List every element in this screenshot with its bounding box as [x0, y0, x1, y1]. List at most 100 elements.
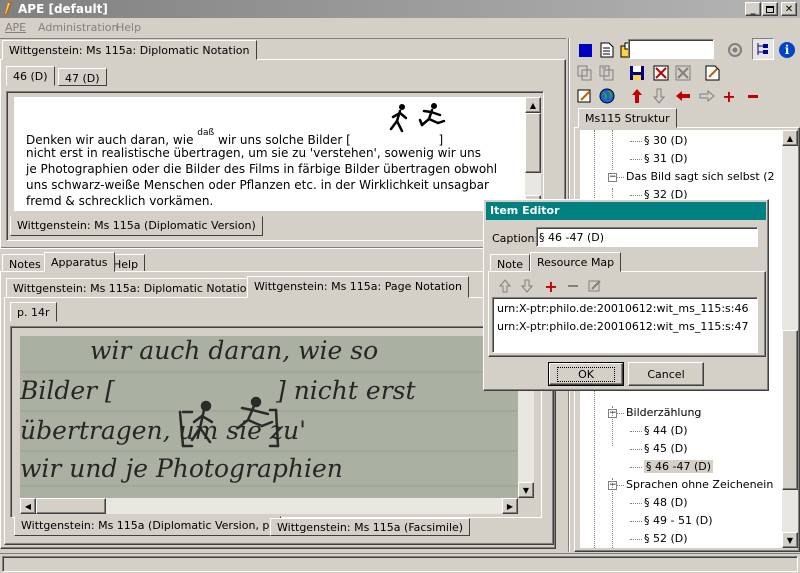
tree-leaf[interactable]: § 44 (D)	[644, 424, 688, 437]
tree-node[interactable]: Bilderzählung	[626, 406, 701, 419]
diplomatic-text-area[interactable]: Denken wir auch daran, wie daß wir uns s…	[14, 97, 525, 211]
tab-page-47[interactable]: 47 (D)	[58, 68, 107, 86]
resource-down-icon[interactable]	[516, 275, 538, 297]
menu-bar: APE Administration Help	[0, 18, 800, 38]
tree-connector	[630, 141, 642, 142]
tab-diplomatic-version-p[interactable]: Wittgenstein: Ms 115a (Diplomatic Versio…	[14, 516, 281, 536]
close-button[interactable]: ✕	[781, 2, 797, 16]
status-bar	[0, 553, 800, 573]
menu-ape[interactable]: APE	[5, 21, 26, 34]
facsimile-line-2b: ] nicht erst	[276, 376, 416, 405]
tab-diplomatic-notation[interactable]: Wittgenstein: Ms 115a: Diplomatic Notati…	[2, 40, 257, 60]
text-line-3: je Photographien oder die Bilder des Fil…	[26, 162, 498, 176]
delete-disabled-icon[interactable]	[672, 62, 694, 84]
tree-vertical-scrollbar[interactable]: ▲ ▼	[782, 130, 798, 548]
scroll-down-icon[interactable]: ▼	[518, 482, 534, 498]
tree-item-label: § 44 (D)	[644, 424, 688, 437]
tree-leaf[interactable]: § 52 (D)	[644, 532, 688, 545]
edit-page-icon[interactable]	[702, 62, 724, 84]
menu-administration[interactable]: Administration	[38, 21, 119, 34]
delete-icon[interactable]	[650, 62, 672, 84]
tab-page-14r[interactable]: p. 14r	[10, 302, 57, 322]
tree-connector	[630, 467, 642, 468]
remove-icon[interactable]	[742, 85, 764, 107]
tree-leaf[interactable]: § 45 (D)	[644, 442, 688, 455]
scroll-right-icon[interactable]: ▶	[502, 498, 518, 514]
item-editor-dialog: Item Editor Caption: Note Resource Map +…	[483, 199, 769, 391]
info-icon[interactable]: i	[776, 39, 798, 61]
move-down-arrow-icon[interactable]	[648, 85, 670, 107]
scroll-up-icon[interactable]: ▲	[525, 97, 541, 113]
tab-diplomatic-version[interactable]: Wittgenstein: Ms 115a (Diplomatic Versio…	[10, 216, 263, 236]
tree-view-icon[interactable]	[752, 38, 774, 60]
move-up-arrow-icon[interactable]	[626, 85, 648, 107]
tree-leaf[interactable]: § 48 (D)	[644, 496, 688, 509]
copy-icon[interactable]	[574, 62, 596, 84]
ok-button[interactable]: OK	[548, 362, 624, 386]
dialog-title: Item Editor	[490, 204, 560, 217]
tree-leaf[interactable]: § 30 (D)	[644, 134, 688, 147]
search-input[interactable]	[628, 39, 714, 59]
tab-facsimile[interactable]: Wittgenstein: Ms 115a (Facsimile)	[270, 518, 471, 536]
resource-edit-icon[interactable]	[584, 275, 606, 297]
lower-pane: Notes Apparatus Help Wittgenstein: Ms 11…	[0, 252, 566, 552]
superscript-insert: daß	[197, 128, 215, 138]
tab-apparatus[interactable]: Apparatus	[44, 252, 115, 272]
edit-item-icon[interactable]	[574, 85, 596, 107]
tab-page-46[interactable]: 46 (D)	[6, 66, 55, 86]
resource-item[interactable]: urn:X-ptr:philo.de:20010612:wit_ms_115:s…	[497, 302, 748, 315]
facsimile-image: wir auch daran, wie so Bilder [ ] nicht …	[20, 336, 518, 498]
tab-page-notation[interactable]: Wittgenstein: Ms 115a: Page Notation	[247, 276, 469, 298]
menu-help[interactable]: Help	[116, 21, 141, 34]
resource-add-icon[interactable]: +	[540, 275, 562, 297]
tree-leaf[interactable]: § 31 (D)	[644, 152, 688, 165]
caption-field[interactable]	[536, 227, 758, 247]
status-field	[2, 556, 798, 572]
tab-resource-map[interactable]: Resource Map	[530, 252, 622, 272]
new-document-icon[interactable]	[596, 39, 618, 61]
facsimile-line-2a: Bilder [	[20, 376, 115, 405]
scroll-thumb[interactable]	[782, 330, 798, 490]
facsimile-line-4: wir und je Photographien	[20, 454, 343, 483]
tree-node[interactable]: Sprachen ohne Zeichenein	[626, 478, 773, 491]
globe-icon[interactable]	[596, 85, 618, 107]
tab-note[interactable]: Note	[490, 254, 531, 272]
resource-list[interactable]: urn:X-ptr:philo.de:20010612:wit_ms_115:s…	[492, 297, 758, 353]
find-icon[interactable]	[724, 39, 746, 61]
resource-remove-icon[interactable]	[562, 275, 584, 297]
resource-up-icon[interactable]	[494, 275, 516, 297]
doc-vertical-scrollbar[interactable]: ▲ ▼	[525, 97, 541, 211]
title-bar: APE [default] _ ✕	[0, 0, 800, 18]
move-right-arrow-icon[interactable]	[696, 85, 718, 107]
scroll-thumb[interactable]	[36, 498, 106, 514]
tree-leaf[interactable]: § 46 -47 (D)	[644, 460, 714, 473]
tab-notes[interactable]: Notes	[2, 254, 48, 272]
scroll-up-icon[interactable]: ▲	[782, 130, 798, 146]
resource-item[interactable]: urn:X-ptr:philo.de:20010612:wit_ms_115:s…	[497, 320, 748, 333]
maximize-button[interactable]	[762, 2, 778, 16]
blue-square-icon[interactable]	[574, 39, 596, 61]
add-icon[interactable]: +	[718, 85, 740, 107]
tree-connector	[612, 130, 613, 170]
tree-collapse-icon[interactable]: −	[608, 173, 617, 182]
tree-leaf[interactable]: § 49 - 51 (D)	[644, 514, 713, 527]
tab-sub-diplomatic-notation[interactable]: Wittgenstein: Ms 115a: Diplomatic Notati…	[6, 278, 261, 298]
text-line-2: nicht erst in realistische übertragen, u…	[26, 146, 481, 160]
move-left-arrow-icon[interactable]	[672, 85, 694, 107]
tree-item-label: Das Bild sagt sich selbst (2	[626, 170, 775, 183]
cancel-button[interactable]: Cancel	[628, 362, 704, 386]
facsimile-horizontal-scrollbar[interactable]: ◀ ▶	[20, 498, 518, 514]
copy-multi-icon[interactable]	[596, 62, 618, 84]
tab-ms115-struktur[interactable]: Ms115 Struktur	[578, 108, 677, 128]
minimize-button[interactable]: _	[745, 2, 761, 16]
scroll-left-icon[interactable]: ◀	[20, 498, 36, 514]
tree-connector	[612, 406, 613, 446]
tree-item-label: Sprachen ohne Zeichenein	[626, 478, 774, 491]
scroll-down-icon[interactable]: ▼	[782, 532, 798, 548]
scroll-thumb[interactable]	[525, 113, 541, 173]
tree-connector	[630, 431, 642, 432]
tree-connector	[630, 503, 642, 504]
facsimile-line-3: übertragen, um sie zu'	[20, 416, 307, 445]
tree-node[interactable]: Das Bild sagt sich selbst (2	[626, 170, 775, 183]
save-icon[interactable]	[626, 62, 648, 84]
